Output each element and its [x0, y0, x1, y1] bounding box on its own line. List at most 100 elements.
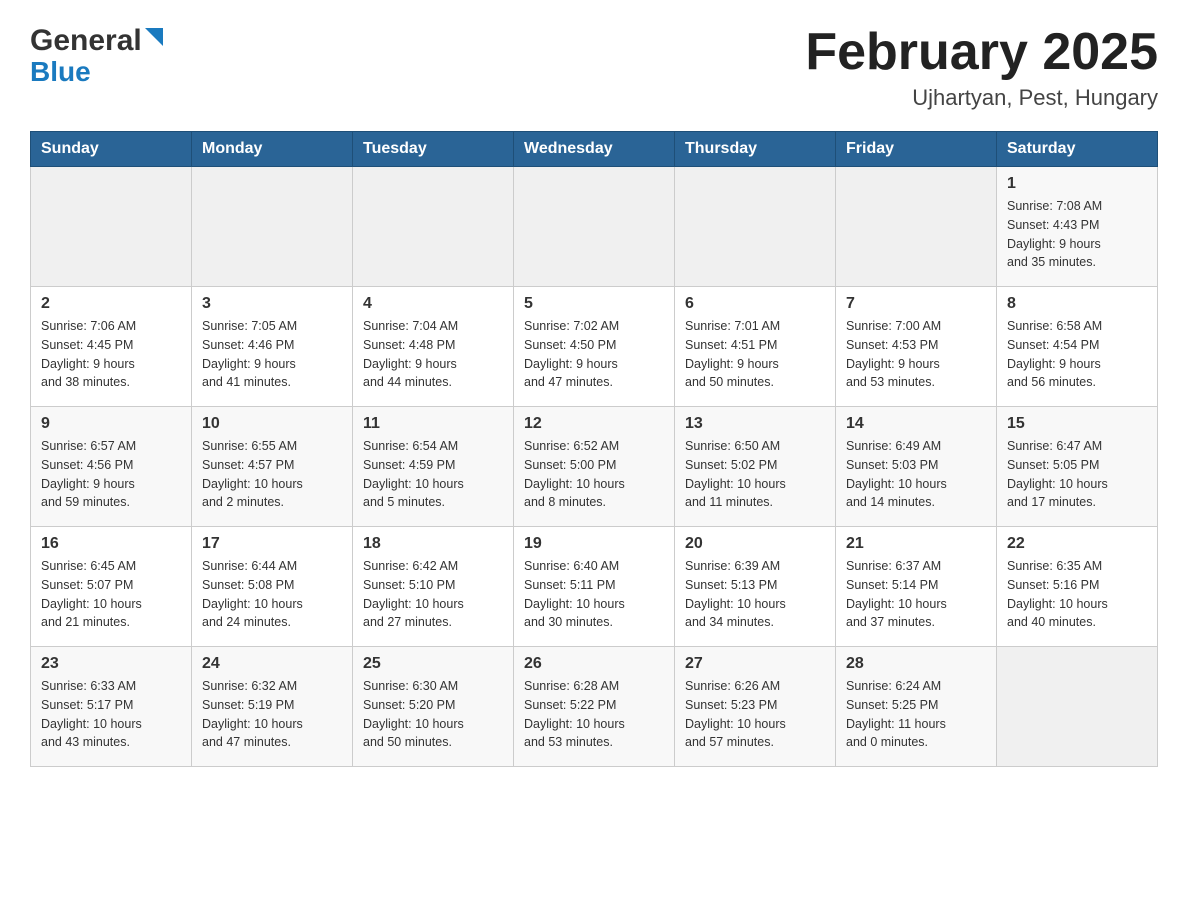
table-row: 18 Sunrise: 6:42 AM Sunset: 5:10 PM Dayli…	[353, 527, 514, 647]
table-row: 21Sunrise: 6:37 AM Sunset: 5:14 PM Dayli…	[836, 527, 997, 647]
table-row	[353, 167, 514, 287]
table-row: 26 Sunrise: 6:28 AM Sunset: 5:22 PM Dayli…	[514, 647, 675, 767]
day-info: Sunrise: 7:06 AM Sunset: 4:45 PM Dayligh…	[41, 317, 181, 392]
calendar-table: Sunday Monday Tuesday Wednesday Thursday…	[30, 131, 1158, 767]
table-row	[675, 167, 836, 287]
day-info: Sunrise: 6:40 AM Sunset: 5:11 PM Dayligh…	[524, 557, 664, 632]
table-row: 7 Sunrise: 7:00 AM Sunset: 4:53 PM Daylig…	[836, 287, 997, 407]
day-number: 18	[363, 535, 503, 553]
table-row: 14 Sunrise: 6:49 AM Sunset: 5:03 PM Dayli…	[836, 407, 997, 527]
day-info: Sunrise: 6:50 AM Sunset: 5:02 PM Dayligh…	[685, 437, 825, 512]
day-info: Sunrise: 6:54 AM Sunset: 4:59 PM Dayligh…	[363, 437, 503, 512]
month-title: February 2025	[805, 24, 1158, 81]
day-info: Sunrise: 6:39 AM Sunset: 5:13 PM Dayligh…	[685, 557, 825, 632]
day-number: 7	[846, 295, 986, 313]
calendar-week-row: 1Sunrise: 7:08 AM Sunset: 4:43 PM Daylig…	[31, 167, 1158, 287]
col-saturday: Saturday	[997, 132, 1158, 167]
day-number: 10	[202, 415, 342, 433]
day-number: 15	[1007, 415, 1147, 433]
table-row: 3 Sunrise: 7:05 AM Sunset: 4:46 PM Daylig…	[192, 287, 353, 407]
day-info: Sunrise: 6:26 AM Sunset: 5:23 PM Dayligh…	[685, 677, 825, 752]
day-number: 17	[202, 535, 342, 553]
day-number: 2	[41, 295, 181, 313]
location-subtitle: Ujhartyan, Pest, Hungary	[805, 85, 1158, 111]
logo-blue-text: Blue	[30, 56, 91, 87]
day-number: 4	[363, 295, 503, 313]
day-number: 8	[1007, 295, 1147, 313]
calendar-week-row: 16 Sunrise: 6:45 AM Sunset: 5:07 PM Dayli…	[31, 527, 1158, 647]
day-number: 19	[524, 535, 664, 553]
day-number: 6	[685, 295, 825, 313]
day-info: Sunrise: 6:47 AM Sunset: 5:05 PM Dayligh…	[1007, 437, 1147, 512]
calendar-week-row: 23 Sunrise: 6:33 AM Sunset: 5:17 PM Dayli…	[31, 647, 1158, 767]
table-row: 19 Sunrise: 6:40 AM Sunset: 5:11 PM Dayli…	[514, 527, 675, 647]
day-info: Sunrise: 6:33 AM Sunset: 5:17 PM Dayligh…	[41, 677, 181, 752]
table-row	[997, 647, 1158, 767]
table-row: 6 Sunrise: 7:01 AM Sunset: 4:51 PM Daylig…	[675, 287, 836, 407]
day-number: 22	[1007, 535, 1147, 553]
table-row: 24 Sunrise: 6:32 AM Sunset: 5:19 PM Dayli…	[192, 647, 353, 767]
title-section: February 2025 Ujhartyan, Pest, Hungary	[805, 24, 1158, 111]
day-info: Sunrise: 6:55 AM Sunset: 4:57 PM Dayligh…	[202, 437, 342, 512]
day-number: 13	[685, 415, 825, 433]
day-info: Sunrise: 6:49 AM Sunset: 5:03 PM Dayligh…	[846, 437, 986, 512]
day-info: Sunrise: 6:58 AM Sunset: 4:54 PM Dayligh…	[1007, 317, 1147, 392]
day-info: Sunrise: 7:05 AM Sunset: 4:46 PM Dayligh…	[202, 317, 342, 392]
table-row: 17 Sunrise: 6:44 AM Sunset: 5:08 PM Dayli…	[192, 527, 353, 647]
day-info: Sunrise: 7:01 AM Sunset: 4:51 PM Dayligh…	[685, 317, 825, 392]
day-number: 11	[363, 415, 503, 433]
table-row: 16 Sunrise: 6:45 AM Sunset: 5:07 PM Dayli…	[31, 527, 192, 647]
table-row: 5 Sunrise: 7:02 AM Sunset: 4:50 PM Daylig…	[514, 287, 675, 407]
table-row: 22 Sunrise: 6:35 AM Sunset: 5:16 PM Dayli…	[997, 527, 1158, 647]
logo-arrow-icon	[145, 28, 163, 46]
table-row: 23 Sunrise: 6:33 AM Sunset: 5:17 PM Dayli…	[31, 647, 192, 767]
page-header: General Blue February 2025 Ujhartyan, Pe…	[0, 0, 1188, 121]
day-number: 5	[524, 295, 664, 313]
day-number: 26	[524, 655, 664, 673]
table-row: 10 Sunrise: 6:55 AM Sunset: 4:57 PM Dayli…	[192, 407, 353, 527]
day-info: Sunrise: 7:02 AM Sunset: 4:50 PM Dayligh…	[524, 317, 664, 392]
day-number: 9	[41, 415, 181, 433]
col-thursday: Thursday	[675, 132, 836, 167]
col-friday: Friday	[836, 132, 997, 167]
day-info: Sunrise: 6:32 AM Sunset: 5:19 PM Dayligh…	[202, 677, 342, 752]
table-row: 27 Sunrise: 6:26 AM Sunset: 5:23 PM Dayli…	[675, 647, 836, 767]
table-row: 4 Sunrise: 7:04 AM Sunset: 4:48 PM Daylig…	[353, 287, 514, 407]
day-info: Sunrise: 7:08 AM Sunset: 4:43 PM Dayligh…	[1007, 197, 1147, 272]
day-number: 24	[202, 655, 342, 673]
table-row: 15 Sunrise: 6:47 AM Sunset: 5:05 PM Dayli…	[997, 407, 1158, 527]
day-info: Sunrise: 7:00 AM Sunset: 4:53 PM Dayligh…	[846, 317, 986, 392]
day-info: Sunrise: 6:44 AM Sunset: 5:08 PM Dayligh…	[202, 557, 342, 632]
day-info: Sunrise: 6:45 AM Sunset: 5:07 PM Dayligh…	[41, 557, 181, 632]
day-info: Sunrise: 7:04 AM Sunset: 4:48 PM Dayligh…	[363, 317, 503, 392]
day-info: Sunrise: 6:52 AM Sunset: 5:00 PM Dayligh…	[524, 437, 664, 512]
day-info: Sunrise: 6:30 AM Sunset: 5:20 PM Dayligh…	[363, 677, 503, 752]
table-row: 9Sunrise: 6:57 AM Sunset: 4:56 PM Daylig…	[31, 407, 192, 527]
table-row: 12 Sunrise: 6:52 AM Sunset: 5:00 PM Dayli…	[514, 407, 675, 527]
logo: General Blue	[30, 24, 163, 88]
col-wednesday: Wednesday	[514, 132, 675, 167]
col-tuesday: Tuesday	[353, 132, 514, 167]
table-row: 25Sunrise: 6:30 AM Sunset: 5:20 PM Dayli…	[353, 647, 514, 767]
day-info: Sunrise: 6:35 AM Sunset: 5:16 PM Dayligh…	[1007, 557, 1147, 632]
table-row	[836, 167, 997, 287]
table-row: 2 Sunrise: 7:06 AM Sunset: 4:45 PM Daylig…	[31, 287, 192, 407]
calendar-header-row: Sunday Monday Tuesday Wednesday Thursday…	[31, 132, 1158, 167]
day-number: 27	[685, 655, 825, 673]
day-info: Sunrise: 6:42 AM Sunset: 5:10 PM Dayligh…	[363, 557, 503, 632]
day-number: 12	[524, 415, 664, 433]
day-number: 16	[41, 535, 181, 553]
day-info: Sunrise: 6:24 AM Sunset: 5:25 PM Dayligh…	[846, 677, 986, 752]
day-number: 23	[41, 655, 181, 673]
day-number: 3	[202, 295, 342, 313]
table-row	[514, 167, 675, 287]
table-row	[31, 167, 192, 287]
day-number: 28	[846, 655, 986, 673]
day-info: Sunrise: 6:37 AM Sunset: 5:14 PM Dayligh…	[846, 557, 986, 632]
table-row: 20 Sunrise: 6:39 AM Sunset: 5:13 PM Dayli…	[675, 527, 836, 647]
day-number: 14	[846, 415, 986, 433]
logo-general-text: General	[30, 24, 142, 58]
day-info: Sunrise: 6:28 AM Sunset: 5:22 PM Dayligh…	[524, 677, 664, 752]
day-number: 20	[685, 535, 825, 553]
table-row: 28 Sunrise: 6:24 AM Sunset: 5:25 PM Dayli…	[836, 647, 997, 767]
